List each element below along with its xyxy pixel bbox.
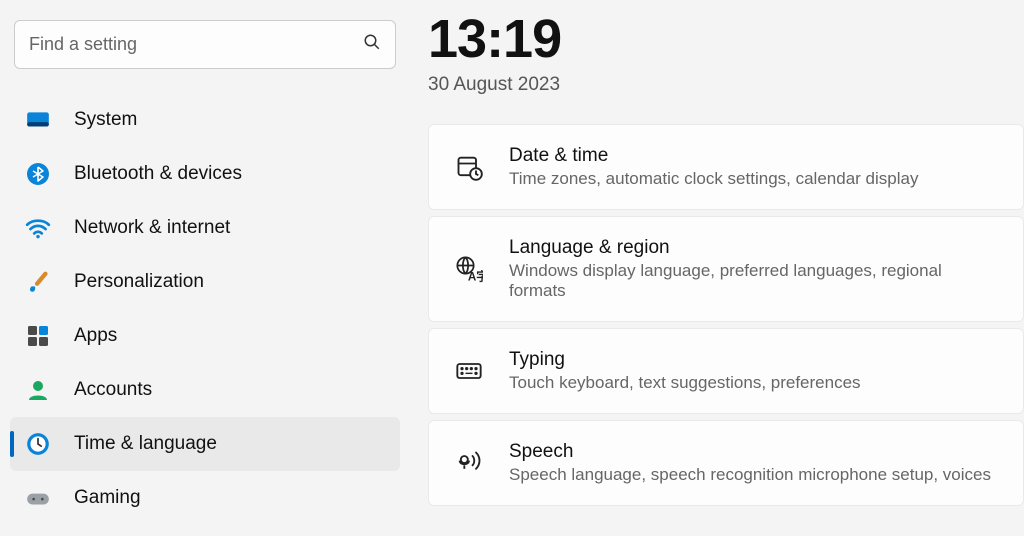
- microphone-speech-icon: [453, 447, 485, 479]
- gamepad-icon: [24, 484, 52, 512]
- card-desc: Touch keyboard, text suggestions, prefer…: [509, 373, 999, 393]
- bluetooth-icon: [24, 160, 52, 188]
- person-icon: [24, 376, 52, 404]
- system-icon: [24, 106, 52, 134]
- apps-icon: [24, 322, 52, 350]
- card-title: Speech: [509, 441, 999, 463]
- nav-label: Network & internet: [74, 217, 230, 239]
- card-title: Language & region: [509, 237, 999, 259]
- sidebar-item-gaming[interactable]: Gaming: [10, 471, 400, 525]
- sidebar: System Bluetooth & devices Network & int…: [0, 0, 410, 536]
- search-box[interactable]: [14, 20, 396, 69]
- calendar-clock-icon: [453, 151, 485, 183]
- card-title: Date & time: [509, 145, 999, 167]
- sidebar-item-apps[interactable]: Apps: [10, 309, 400, 363]
- keyboard-icon: [453, 355, 485, 387]
- card-date-time[interactable]: Date & time Time zones, automatic clock …: [428, 124, 1024, 210]
- settings-cards: Date & time Time zones, automatic clock …: [428, 124, 1024, 506]
- globe-language-icon: A字: [453, 253, 485, 285]
- wifi-icon: [24, 214, 52, 242]
- nav-label: Time & language: [74, 433, 217, 455]
- nav-label: Accounts: [74, 379, 152, 401]
- clock-globe-icon: [24, 430, 52, 458]
- card-typing[interactable]: Typing Touch keyboard, text suggestions,…: [428, 328, 1024, 414]
- svg-text:A字: A字: [468, 270, 483, 283]
- card-text: Language & region Windows display langua…: [509, 237, 999, 301]
- clock-date: 30 August 2023: [428, 74, 1024, 96]
- card-text: Date & time Time zones, automatic clock …: [509, 145, 999, 189]
- card-language-region[interactable]: A字 Language & region Windows display lan…: [428, 216, 1024, 322]
- search-input[interactable]: [29, 34, 363, 55]
- card-text: Speech Speech language, speech recogniti…: [509, 441, 999, 485]
- sidebar-item-accounts[interactable]: Accounts: [10, 363, 400, 417]
- card-desc: Time zones, automatic clock settings, ca…: [509, 169, 999, 189]
- sidebar-item-network[interactable]: Network & internet: [10, 201, 400, 255]
- search-icon: [363, 33, 381, 56]
- sidebar-item-system[interactable]: System: [10, 93, 400, 147]
- card-desc: Windows display language, preferred lang…: [509, 261, 999, 301]
- sidebar-item-bluetooth[interactable]: Bluetooth & devices: [10, 147, 400, 201]
- sidebar-item-time-language[interactable]: Time & language: [10, 417, 400, 471]
- sidebar-item-personalization[interactable]: Personalization: [10, 255, 400, 309]
- paintbrush-icon: [24, 268, 52, 296]
- card-text: Typing Touch keyboard, text suggestions,…: [509, 349, 999, 393]
- nav-label: Apps: [74, 325, 117, 347]
- nav-label: Personalization: [74, 271, 204, 293]
- nav-list: System Bluetooth & devices Network & int…: [10, 93, 400, 525]
- card-desc: Speech language, speech recognition micr…: [509, 465, 999, 485]
- content-panel: 13:19 30 August 2023 Date & time Time zo…: [410, 0, 1024, 536]
- nav-label: Gaming: [74, 487, 141, 509]
- card-speech[interactable]: Speech Speech language, speech recogniti…: [428, 420, 1024, 506]
- clock-time: 13:19: [428, 8, 1024, 70]
- card-title: Typing: [509, 349, 999, 371]
- nav-label: System: [74, 109, 137, 131]
- nav-label: Bluetooth & devices: [74, 163, 242, 185]
